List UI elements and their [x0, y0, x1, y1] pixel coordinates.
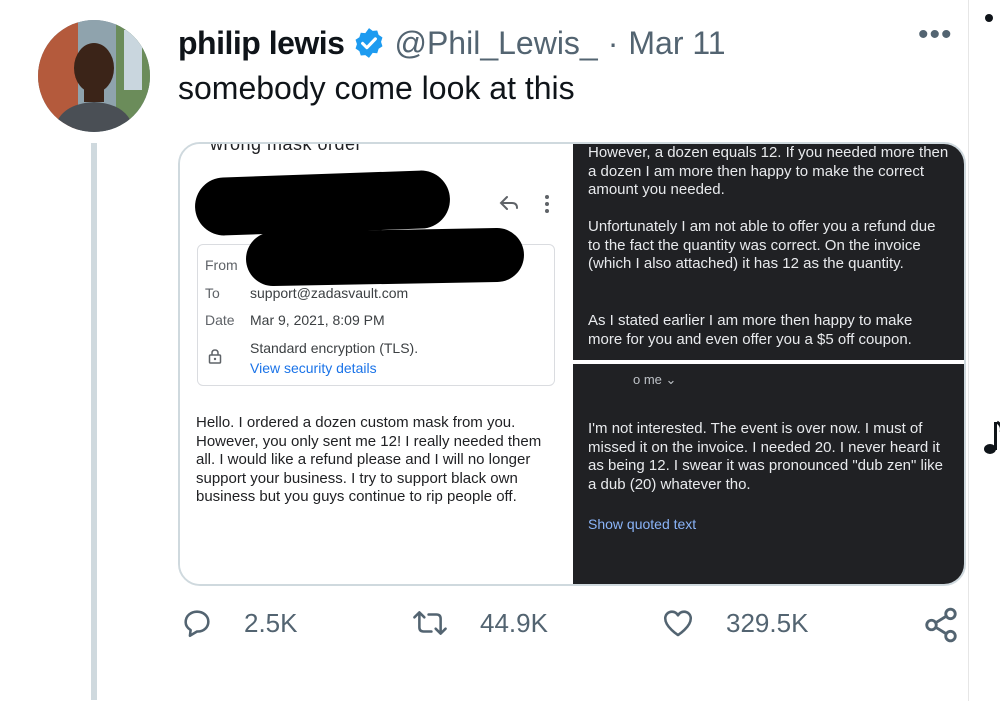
retweet-icon	[413, 611, 447, 635]
date-value: Mar 9, 2021, 8:09 PM	[250, 312, 385, 328]
tweet-actions: 2.5K 44.9K 329.5K	[0, 606, 1000, 656]
reply-paragraph-2: Unfortunately I am not able to offer you…	[588, 218, 936, 272]
share-icon	[925, 607, 957, 643]
like-button[interactable]: 329.5K	[660, 606, 808, 640]
more-icon[interactable]: •••	[918, 18, 953, 52]
email-screenshot-right: However, a dozen equals 12. If you neede…	[573, 144, 964, 584]
tweet-date[interactable]: Mar 11	[628, 25, 725, 62]
reply-count: 2.5K	[244, 607, 298, 638]
to-me-text: o me	[633, 372, 662, 387]
lock-icon	[208, 348, 222, 369]
reply-paragraph-3: As I stated earlier I am more then happy…	[588, 312, 913, 348]
security-details-link[interactable]: View security details	[250, 360, 377, 376]
email-body-left: Hello. I ordered a dozen custom mask fro…	[196, 414, 542, 505]
tweet-media[interactable]: wrong mask order From To support@zadasva…	[178, 142, 966, 586]
redacted-from-address	[245, 227, 525, 287]
avatar[interactable]	[38, 20, 150, 132]
side-panel-edge	[968, 0, 1000, 701]
reply-icon	[184, 610, 210, 638]
retweet-button[interactable]: 44.9K	[410, 606, 548, 640]
reply-paragraph-1: However, a dozen equals 12. If you neede…	[588, 144, 949, 198]
verified-icon	[352, 26, 386, 60]
music-note-icon[interactable]	[983, 420, 1000, 461]
email-subject-partial: wrong mask order	[210, 142, 363, 154]
redacted-sender-name	[194, 169, 451, 237]
like-count: 329.5K	[726, 607, 809, 638]
show-quoted-text-link[interactable]: Show quoted text	[588, 516, 696, 532]
email-screenshot-left: wrong mask order From To support@zadasva…	[180, 144, 572, 584]
retweet-count: 44.9K	[480, 607, 548, 638]
chevron-down-icon: ⌄	[665, 372, 677, 387]
kebab-icon	[544, 194, 550, 219]
avatar-image	[38, 20, 150, 132]
tweet-header: philip lewis @Phil_Lewis_ · Mar 11	[178, 22, 726, 64]
date-label: Date	[205, 312, 235, 328]
panel-dot	[985, 14, 993, 22]
author-name[interactable]: philip lewis	[178, 25, 345, 62]
screenshot-divider	[573, 360, 964, 364]
separator-dot: ·	[607, 24, 619, 61]
like-icon	[663, 610, 693, 637]
to-label: To	[205, 285, 220, 301]
to-value: support@zadasvault.com	[250, 285, 409, 301]
reply-arrow-icon	[498, 194, 520, 217]
from-label: From	[205, 257, 238, 273]
encryption-text: Standard encryption (TLS).	[250, 340, 419, 356]
reply-button[interactable]: 2.5K	[180, 606, 298, 640]
tweet-text: somebody come look at this	[178, 70, 575, 106]
author-handle[interactable]: @Phil_Lewis_	[394, 25, 597, 62]
customer-reply: I'm not interested. The event is over no…	[588, 420, 944, 493]
to-me-label: o me ⌄	[633, 372, 676, 388]
